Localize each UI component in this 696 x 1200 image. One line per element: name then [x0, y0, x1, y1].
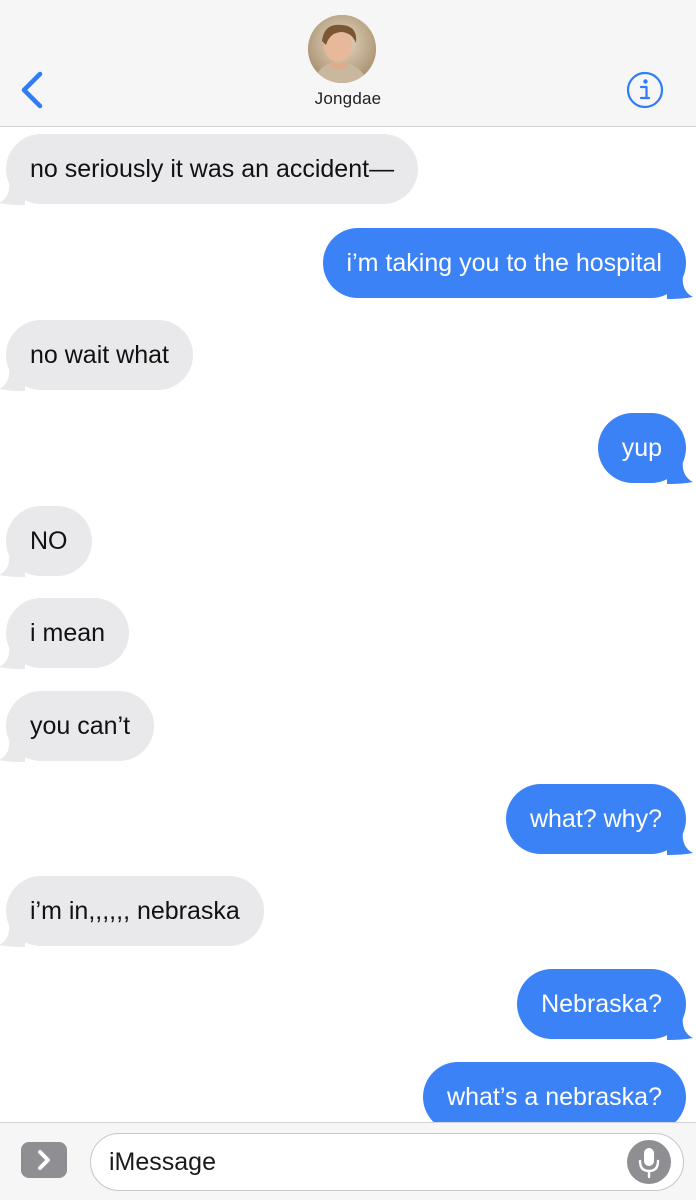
imessage-input[interactable]: iMessage	[90, 1133, 684, 1191]
bubble-tail	[0, 738, 25, 762]
bubble-tail	[667, 275, 693, 299]
bubble-tail	[0, 923, 25, 947]
incoming-message-bubble[interactable]: i’m in,,,,,, nebraska	[0, 876, 264, 947]
bubble-tail	[0, 181, 25, 205]
apps-button[interactable]	[21, 1142, 67, 1178]
bubble-tail	[0, 645, 25, 669]
message-text: i mean	[30, 619, 106, 647]
bubble-tail	[667, 460, 693, 484]
incoming-message-bubble[interactable]: no seriously it was an accident—	[0, 134, 419, 205]
message-input-bar: iMessage	[0, 1122, 696, 1200]
message-text: no seriously it was an accident—	[30, 155, 395, 183]
microphone-button[interactable]	[627, 1140, 671, 1184]
message-text: you can’t	[30, 712, 131, 740]
incoming-message-bubble[interactable]: NO	[0, 506, 92, 577]
outgoing-message-bubble[interactable]: what? why?	[505, 784, 693, 855]
microphone-icon	[638, 1148, 660, 1179]
message-text: NO	[30, 527, 68, 555]
message-thread[interactable]: no seriously it was an accident— i’m tak…	[0, 128, 696, 1122]
message-text: what? why?	[529, 805, 662, 833]
bubble-tail	[0, 367, 25, 391]
contact-avatar[interactable]	[308, 15, 376, 83]
message-text: yup	[621, 434, 662, 462]
info-icon	[626, 71, 664, 109]
outgoing-message-bubble[interactable]: Nebraska?	[517, 969, 693, 1040]
bubble-tail	[667, 831, 693, 855]
chevron-right-icon	[38, 1150, 50, 1170]
outgoing-message-bubble[interactable]: yup	[597, 413, 693, 484]
message-text: Nebraska?	[541, 990, 662, 1018]
message-text: what’s a nebraska?	[447, 1083, 662, 1111]
incoming-message-bubble[interactable]: no wait what	[0, 320, 193, 391]
back-button[interactable]	[14, 68, 54, 112]
chevron-left-icon	[21, 71, 43, 109]
message-text: no wait what	[30, 341, 169, 369]
bubble-tail	[667, 1016, 693, 1040]
message-text: i’m in,,,,,, nebraska	[30, 897, 240, 925]
incoming-message-bubble[interactable]: i mean	[0, 598, 130, 669]
message-text: i’m taking you to the hospital	[346, 249, 662, 277]
outgoing-message-bubble[interactable]: what’s a nebraska?	[423, 1062, 686, 1122]
info-button[interactable]	[625, 70, 665, 110]
bubble-tail	[0, 553, 25, 577]
outgoing-message-bubble[interactable]: i’m taking you to the hospital	[322, 228, 693, 299]
input-placeholder: iMessage	[109, 1148, 216, 1176]
contact-name[interactable]: Jongdae	[248, 89, 448, 109]
conversation-header: Jongdae	[0, 0, 696, 127]
incoming-message-bubble[interactable]: you can’t	[0, 691, 155, 762]
